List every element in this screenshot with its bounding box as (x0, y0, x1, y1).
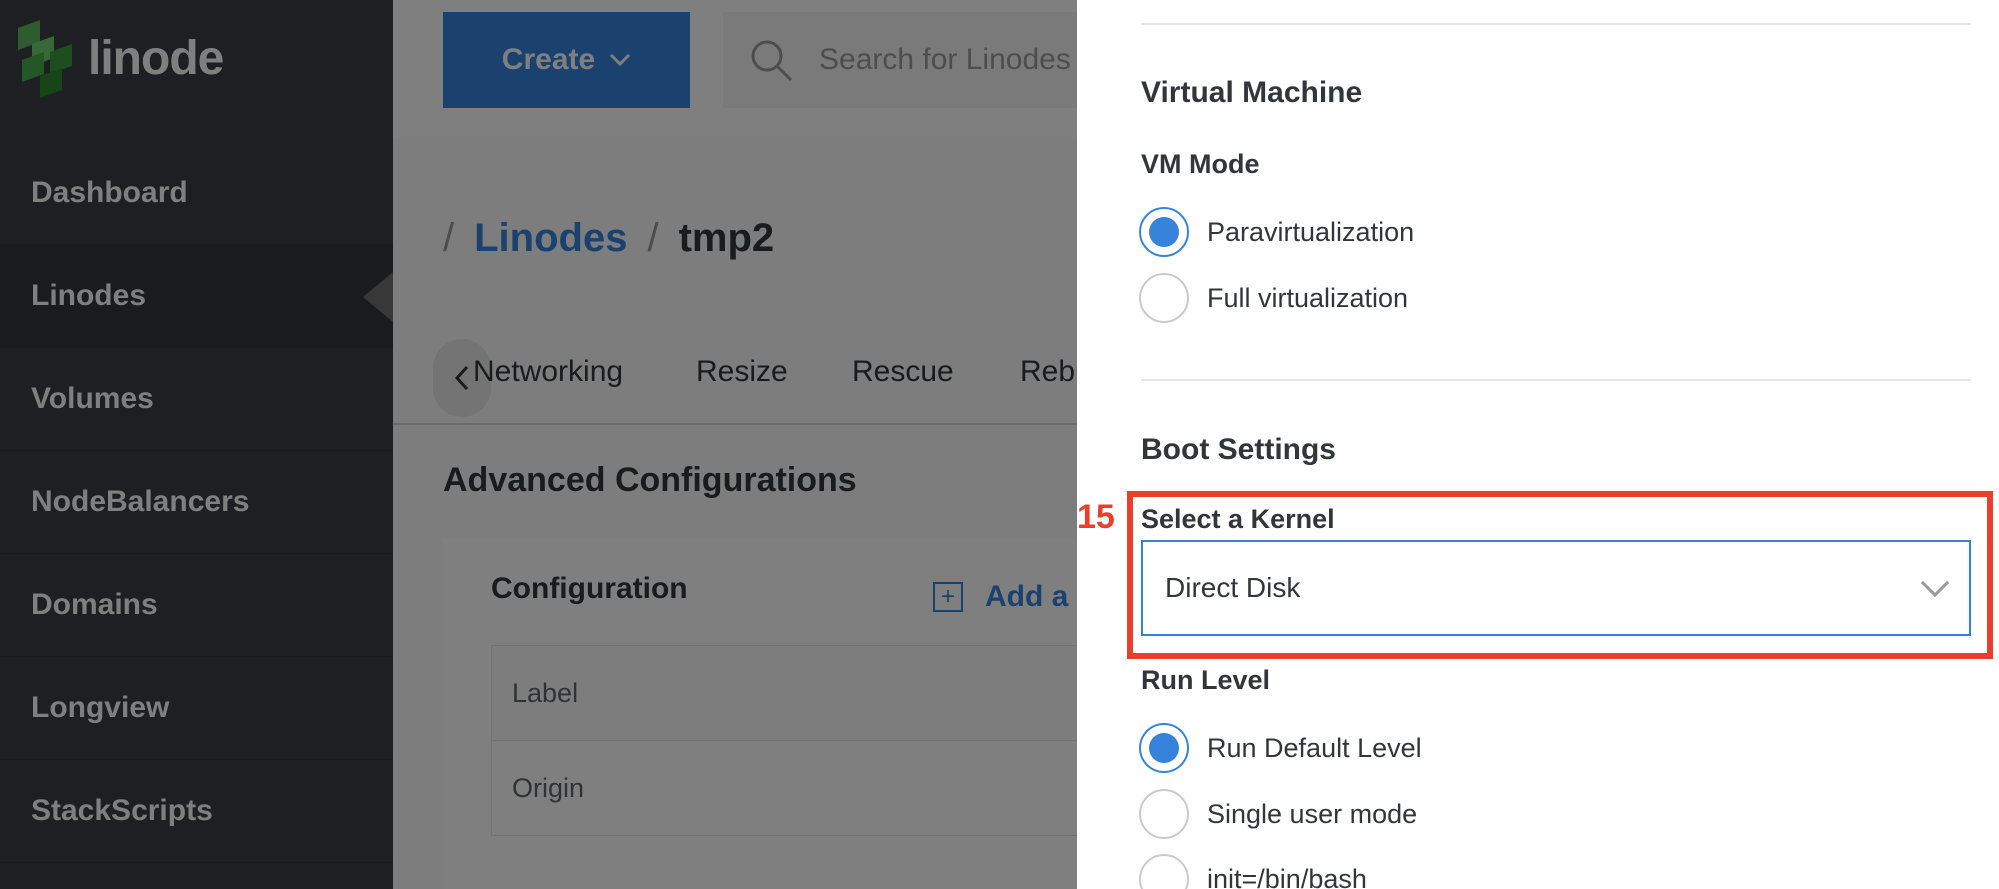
vm-mode-paravirtualization[interactable]: Paravirtualization (1139, 207, 1414, 257)
annotation-highlight-box (1127, 491, 1993, 659)
radio-label: Full virtualization (1207, 282, 1409, 313)
boot-settings-heading: Boot Settings (1141, 433, 1336, 466)
radio-unchecked[interactable] (1139, 273, 1189, 323)
radio-label: Single user mode (1207, 798, 1418, 829)
modal-backdrop[interactable] (0, 0, 1077, 889)
radio-label: init=/bin/bash (1207, 863, 1367, 889)
radio-label: Paravirtualization (1207, 216, 1415, 247)
divider (1141, 379, 1971, 381)
divider (1141, 23, 1971, 25)
radio-label: Run Default Level (1207, 732, 1422, 763)
run-level-default[interactable]: Run Default Level (1139, 723, 1422, 773)
radio-checked[interactable] (1139, 723, 1189, 773)
vm-mode-full-virtualization[interactable]: Full virtualization (1139, 273, 1408, 323)
radio-checked[interactable] (1139, 207, 1189, 257)
vm-heading: Virtual Machine (1141, 76, 1363, 109)
annotation-number: 15 (1077, 498, 1115, 536)
vm-mode-label: VM Mode (1141, 149, 1260, 179)
radio-unchecked[interactable] (1139, 854, 1189, 889)
run-level-single-user[interactable]: Single user mode (1139, 789, 1417, 839)
radio-unchecked[interactable] (1139, 789, 1189, 839)
config-drawer: Virtual Machine VM Mode Paravirtualizati… (1077, 0, 1999, 889)
run-level-label: Run Level (1141, 665, 1271, 695)
run-level-init-bash[interactable]: init=/bin/bash (1139, 854, 1367, 889)
